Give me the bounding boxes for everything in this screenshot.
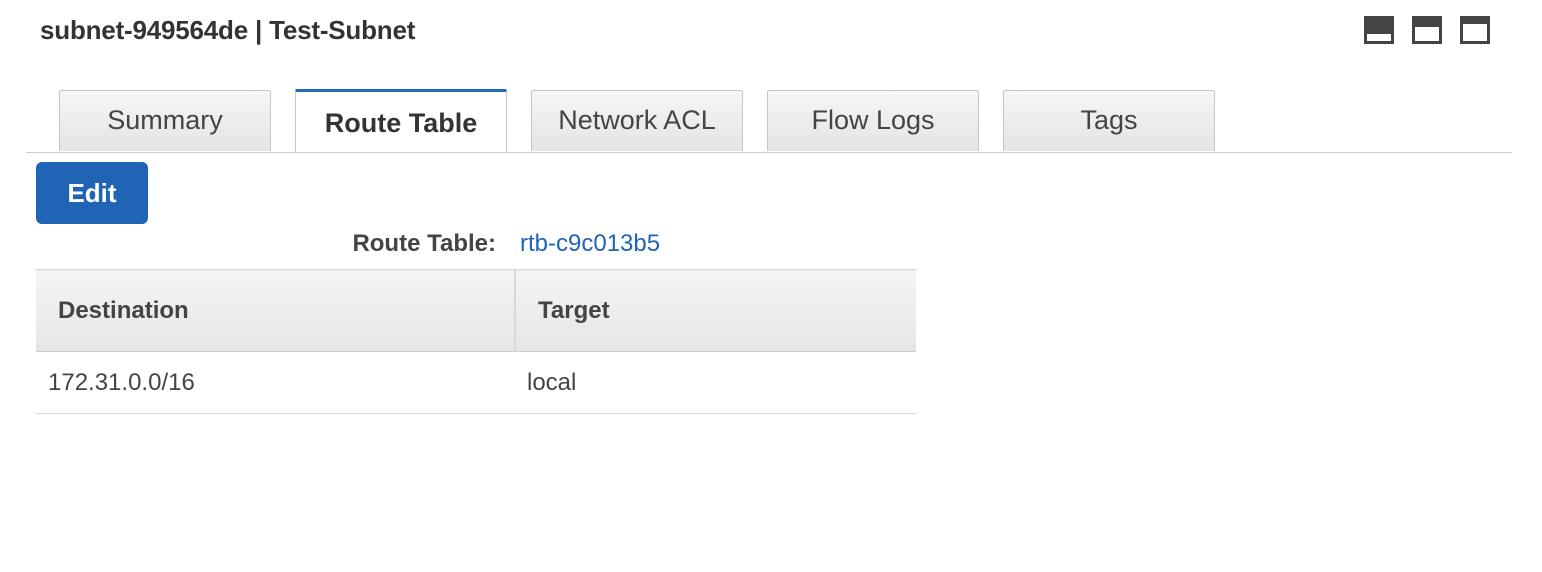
panel-half-icon[interactable]: [1412, 16, 1442, 44]
subnet-details-panel: subnet-949564de | Test-Subnet Summary Ro…: [0, 0, 1542, 572]
tab-summary[interactable]: Summary: [59, 90, 271, 151]
panel-maximize-icon[interactable]: [1460, 16, 1490, 44]
tab-bar: Summary Route Table Network ACL Flow Log…: [26, 89, 1512, 153]
tab-network-acl[interactable]: Network ACL: [531, 90, 743, 151]
column-header-destination[interactable]: Destination: [36, 269, 515, 352]
route-table-label: Route Table:: [352, 230, 496, 257]
panel-view-toggles: [1364, 16, 1490, 44]
panel-minimize-icon[interactable]: [1364, 16, 1394, 44]
table-header-row: Destination Target: [36, 269, 916, 352]
table-row: 172.31.0.0/16 local: [36, 351, 916, 414]
tab-route-table[interactable]: Route Table: [295, 89, 507, 152]
edit-button[interactable]: Edit: [36, 162, 148, 224]
column-header-target[interactable]: Target: [514, 269, 916, 352]
route-table-link[interactable]: rtb-c9c013b5: [520, 230, 660, 258]
target-cell: local: [515, 351, 916, 414]
routes-table: Destination Target 172.31.0.0/16 local: [36, 269, 916, 414]
tab-tags[interactable]: Tags: [1003, 90, 1215, 151]
page-title: subnet-949564de | Test-Subnet: [40, 15, 416, 45]
tab-flow-logs[interactable]: Flow Logs: [767, 90, 979, 151]
destination-cell: 172.31.0.0/16: [36, 351, 515, 414]
